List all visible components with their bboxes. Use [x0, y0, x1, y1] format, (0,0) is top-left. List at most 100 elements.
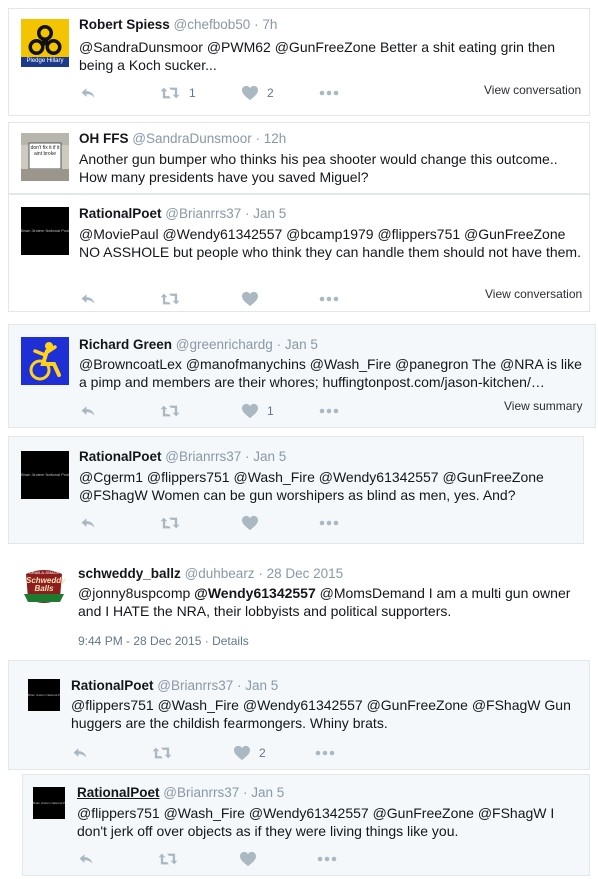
mention[interactable]: @jonny8uspcomp [78, 585, 194, 601]
retweet-button[interactable] [159, 401, 181, 421]
tweet-card[interactable]: Brian Jindem National Post RationalPoet … [8, 194, 590, 312]
timestamp[interactable]: · Jan 5 [245, 449, 286, 464]
like-button[interactable]: 2 [241, 83, 274, 103]
tweet-text: @jonny8uspcomp @Wendy61342557 @MomsDeman… [78, 584, 582, 620]
heart-icon [241, 515, 259, 531]
avatar[interactable] [21, 337, 69, 385]
heart-icon [233, 745, 251, 761]
timestamp[interactable]: · 28 Dec 2015 [258, 566, 343, 581]
display-name[interactable]: Richard Green [79, 337, 172, 352]
avatar[interactable]: Brian Jindem National Post [21, 451, 69, 499]
wheelchair-icon [21, 337, 69, 385]
handle[interactable]: @SandraDunsmoor [132, 131, 252, 146]
avatar[interactable]: Brian Jindem National Post [21, 207, 69, 255]
avatar[interactable]: Pledge Hillary [21, 19, 69, 67]
retweet-button[interactable] [151, 743, 173, 763]
like-button[interactable] [241, 513, 259, 533]
view-summary-link[interactable]: View summary [504, 399, 582, 413]
avatar[interactable]: GRAB-A-SNACK Schweddy Balls [20, 564, 68, 612]
retweet-button[interactable] [159, 513, 181, 533]
timestamp[interactable]: · Jan 5 [237, 678, 278, 693]
reply-button[interactable] [79, 401, 97, 421]
reply-icon [79, 85, 97, 101]
timestamp[interactable]: · Jan 5 [243, 785, 284, 800]
timestamp[interactable]: · 12h [256, 131, 287, 146]
heart-icon [241, 403, 259, 419]
handle[interactable]: @duhbearz [185, 566, 255, 581]
tweet-text: @BrowncoatLex @manofmanychins @Wash_Fire… [79, 356, 582, 390]
heart-icon [239, 851, 257, 867]
more-icon [317, 856, 337, 862]
avatar-caption: Brian Jindem National Post [21, 472, 69, 477]
avatar-caption: Brian Jindem National Post [33, 801, 65, 805]
tweet-text: @MoviePaul @Wendy61342557 @bcamp1979 @fl… [79, 226, 581, 260]
tweet-card[interactable]: Brian Jindem National Post RationalPoet … [22, 774, 590, 876]
more-button[interactable] [319, 401, 339, 421]
more-button[interactable] [317, 849, 337, 869]
view-conversation-link[interactable]: View conversation [484, 83, 581, 97]
retweet-count: 1 [189, 86, 196, 100]
tweet-card[interactable]: Richard Green @greenrichardg · Jan 5 @Br… [8, 324, 596, 428]
mention-highlighted[interactable]: @Wendy61342557 [194, 585, 316, 601]
like-button[interactable]: 1 [241, 401, 274, 421]
handle[interactable]: @Brianrrs37 [163, 785, 239, 800]
timestamp[interactable]: · Jan 5 [277, 337, 318, 352]
display-name[interactable]: RationalPoet [71, 678, 154, 693]
reply-icon [77, 851, 95, 867]
more-button[interactable] [319, 289, 339, 309]
timestamp[interactable]: · Jan 5 [245, 206, 286, 221]
retweet-icon [151, 745, 173, 761]
reply-icon [71, 745, 89, 761]
more-icon [315, 750, 335, 756]
full-timestamp[interactable]: 9:44 PM - 28 Dec 2015 [78, 634, 201, 648]
display-name[interactable]: Robert Spiess [79, 17, 170, 32]
retweet-icon [157, 851, 179, 867]
handle[interactable]: @chefbob50 [174, 17, 251, 32]
avatar-caption: Brian Jindem National Post [28, 693, 60, 697]
reply-button[interactable] [79, 289, 97, 309]
tweet-card[interactable]: Brian Jindem National Post RationalPoet … [8, 436, 584, 544]
like-button[interactable]: 2 [233, 743, 266, 763]
handle[interactable]: @greenrichardg [176, 337, 273, 352]
display-name[interactable]: RationalPoet [77, 785, 160, 800]
more-icon [319, 90, 339, 96]
reply-button[interactable] [71, 743, 89, 763]
display-name[interactable]: schweddy_ballz [78, 566, 181, 581]
display-name[interactable]: RationalPoet [79, 206, 162, 221]
retweet-button[interactable] [157, 849, 179, 869]
tweet-card[interactable]: Pledge Hillary Robert Spiess @chefbob50 … [8, 8, 590, 116]
tweet-card[interactable]: Brian Jindem National Post RationalPoet … [8, 660, 590, 770]
more-button[interactable] [315, 743, 335, 763]
more-button[interactable] [319, 513, 339, 533]
like-button[interactable] [241, 289, 259, 309]
tweet-card[interactable]: don't fix it if it aint broke OH FFS @Sa… [8, 122, 590, 194]
details-link[interactable]: · Details [205, 634, 249, 648]
more-icon [319, 296, 339, 302]
like-button[interactable] [239, 849, 257, 869]
heart-icon [241, 291, 259, 307]
timestamp[interactable]: · 7h [254, 17, 277, 32]
reply-button[interactable] [77, 849, 95, 869]
display-name[interactable]: OH FFS [79, 131, 129, 146]
handle[interactable]: @Brianrrs37 [165, 449, 241, 464]
handle[interactable]: @Brianrrs37 [157, 678, 233, 693]
retweet-icon [159, 291, 181, 307]
display-name[interactable]: RationalPoet [79, 449, 162, 464]
avatar[interactable]: Brian Jindem National Post [28, 679, 60, 711]
like-count: 1 [267, 404, 274, 418]
view-conversation-link[interactable]: View conversation [485, 287, 582, 301]
logo-main-text: Schweddy Balls [26, 576, 66, 593]
retweet-button[interactable]: 1 [159, 83, 196, 103]
reply-button[interactable] [79, 513, 97, 533]
tweet-card-expanded[interactable]: GRAB-A-SNACK Schweddy Balls schweddy_bal… [8, 554, 590, 656]
handle[interactable]: @Brianrrs37 [165, 206, 241, 221]
avatar[interactable]: don't fix it if it aint broke [21, 133, 69, 181]
retweet-icon [159, 85, 181, 101]
retweet-button[interactable] [159, 289, 181, 309]
avatar[interactable]: Brian Jindem National Post [33, 787, 65, 819]
retweet-icon [159, 515, 181, 531]
more-button[interactable] [319, 83, 339, 103]
more-icon [319, 408, 339, 414]
reply-button[interactable] [79, 83, 97, 103]
tweet-text: @SandraDunsmoor @PWM62 @GunFreeZone Bett… [79, 39, 556, 73]
